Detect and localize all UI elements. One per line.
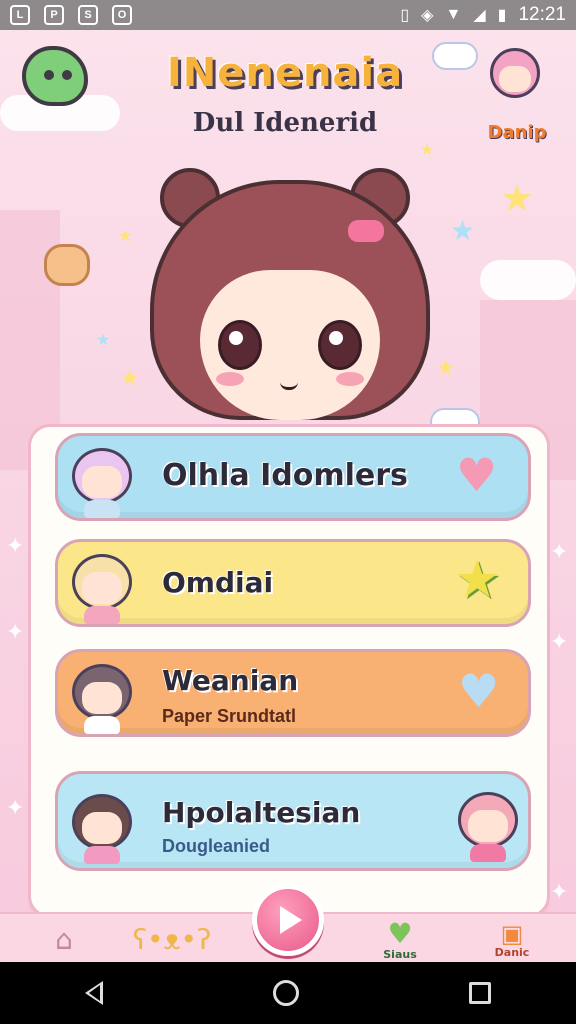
avatar-face bbox=[499, 66, 531, 92]
app-notification-icon: O bbox=[112, 5, 132, 25]
menu-card-2[interactable]: Weanian Paper Srundtatl ♥ bbox=[55, 649, 531, 737]
location-icon: ◈ bbox=[421, 7, 434, 24]
signal-icon: ◢ bbox=[473, 7, 486, 24]
nav-profile[interactable]: ▣ Danic bbox=[484, 918, 540, 962]
play-icon bbox=[280, 906, 302, 934]
avatar-face bbox=[82, 812, 122, 844]
character-avatar bbox=[64, 442, 140, 518]
background-cloud bbox=[480, 260, 576, 300]
home-button[interactable] bbox=[273, 980, 299, 1006]
nav-home[interactable]: ⌂ bbox=[36, 918, 92, 962]
home-icon: ⌂ bbox=[55, 923, 73, 956]
card-title: Olhla Idomlers bbox=[162, 458, 408, 493]
nav-favorites[interactable]: ♥ Siaus bbox=[372, 918, 428, 962]
avatar-body bbox=[84, 500, 120, 518]
recents-button[interactable] bbox=[469, 982, 491, 1004]
nav-label: Danic bbox=[494, 945, 530, 959]
avatar-face bbox=[82, 466, 122, 498]
avatar-face bbox=[468, 810, 508, 842]
star-icon: ★ bbox=[454, 550, 501, 610]
play-button[interactable] bbox=[252, 884, 324, 956]
sparkle-icon: ✦ bbox=[550, 540, 569, 565]
card-title: Hpolaltesian bbox=[162, 796, 361, 829]
character-avatar bbox=[64, 658, 140, 734]
star-icon: ★ bbox=[450, 214, 476, 247]
app-notification-icon: S bbox=[78, 5, 98, 25]
star-icon: ★ bbox=[500, 176, 535, 220]
heart-icon: ♥ bbox=[456, 448, 498, 502]
avatar-face bbox=[82, 572, 122, 604]
character-avatar bbox=[64, 548, 140, 624]
avatar-body bbox=[84, 716, 120, 734]
sparkle-icon: ✦ bbox=[6, 796, 25, 821]
card-title: Omdiai bbox=[162, 566, 274, 599]
app-notification-icon: P bbox=[44, 5, 64, 25]
card-subtitle: Paper Srundtatl bbox=[162, 706, 297, 726]
bow-icon bbox=[348, 220, 384, 242]
app-title: INenenaia bbox=[166, 50, 404, 96]
mascot-eye bbox=[218, 320, 262, 370]
wifi-icon: ▼ bbox=[445, 6, 462, 23]
star-icon: ★ bbox=[120, 366, 140, 391]
card-subtitle: Dougleanied bbox=[162, 836, 271, 856]
chat-blob-button[interactable] bbox=[22, 46, 88, 106]
bear-icon: ʕ•ᴥ•ʔ bbox=[132, 923, 212, 956]
profile-label: Danip bbox=[487, 122, 547, 143]
star-icon: ★ bbox=[118, 226, 133, 245]
nav-character[interactable]: ʕ•ᴥ•ʔ bbox=[133, 918, 212, 962]
mascot-character bbox=[140, 160, 440, 430]
avatar-body bbox=[84, 606, 120, 624]
back-button[interactable] bbox=[85, 981, 103, 1005]
badge-icon: ▣ bbox=[500, 919, 524, 948]
menu-card-3[interactable]: Hpolaltesian Dougleanied bbox=[55, 771, 531, 871]
clock: 12:21 bbox=[518, 4, 566, 25]
mascot-blush bbox=[336, 372, 364, 386]
avatar-face bbox=[82, 682, 122, 714]
star-icon: ★ bbox=[96, 330, 111, 349]
heart-icon: ♥ bbox=[387, 916, 413, 950]
sparkle-icon: ✦ bbox=[6, 534, 25, 559]
system-navigation-bar bbox=[0, 962, 576, 1024]
character-icon bbox=[450, 786, 526, 862]
cookie-icon bbox=[44, 244, 90, 286]
avatar-body bbox=[470, 844, 506, 862]
sparkle-icon: ✦ bbox=[6, 620, 25, 645]
sparkle-icon: ✦ bbox=[550, 630, 569, 655]
cloud-icon bbox=[432, 42, 478, 70]
battery-icon: ▮ bbox=[497, 7, 507, 24]
status-bar: L P S O ▯ ◈ ▼ ◢ ▮ 12:21 bbox=[0, 0, 576, 30]
mascot-eye bbox=[318, 320, 362, 370]
heart-icon: ♥ bbox=[458, 664, 500, 718]
card-title: Weanian bbox=[162, 664, 299, 697]
avatar-body bbox=[84, 846, 120, 864]
star-icon: ★ bbox=[420, 140, 435, 159]
nav-label: Siaus bbox=[383, 947, 417, 961]
mascot-blush bbox=[216, 372, 244, 386]
menu-card-1[interactable]: Omdiai ★ bbox=[55, 539, 531, 627]
app-notification-icon: L bbox=[10, 5, 30, 25]
character-avatar bbox=[64, 788, 140, 864]
sparkle-icon: ✦ bbox=[550, 880, 569, 905]
profile-avatar-button[interactable]: Danip bbox=[482, 48, 548, 143]
notification-icons: L P S O bbox=[10, 5, 132, 25]
vibrate-icon: ▯ bbox=[400, 7, 410, 24]
menu-panel: Olhla Idomlers ♥ Omdiai ★ Weanian Paper … bbox=[28, 424, 550, 918]
app-subtitle: Dul Idenerid bbox=[192, 108, 378, 138]
menu-card-0[interactable]: Olhla Idomlers ♥ bbox=[55, 433, 531, 521]
